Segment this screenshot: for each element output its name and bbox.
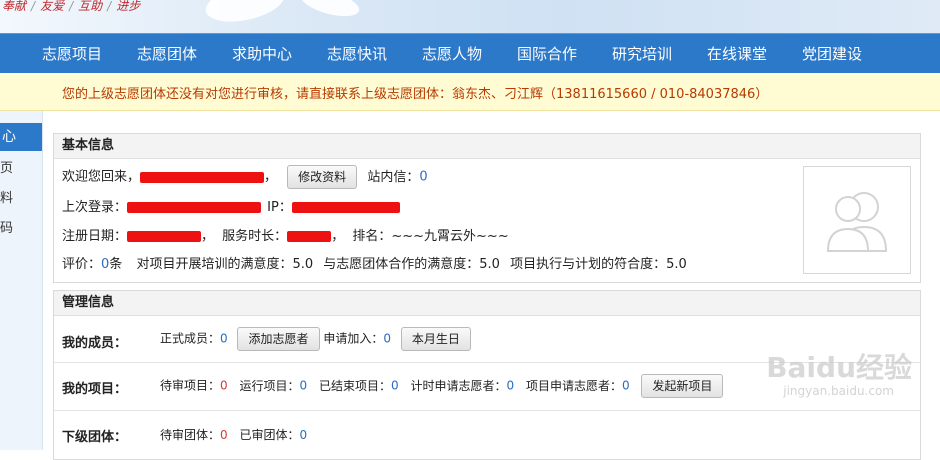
- notice-text: 您的上级志愿团体还没有对您进行审核，请直接联系上级志愿团体：翁东杰、刁江辉（13…: [62, 87, 769, 102]
- nav-item-research[interactable]: 研究培训: [612, 43, 672, 64]
- welcome-label: 欢迎您回来，: [62, 169, 141, 185]
- running-label: 运行项目：: [239, 378, 300, 393]
- notice-bar: 您的上级志愿团体还没有对您进行审核，请直接联系上级志愿团体：翁东杰、刁江辉（13…: [0, 73, 940, 111]
- sub-groups-row: 下级团体： 待审团体：0 已审团体：0: [54, 410, 920, 450]
- evaluation-label: 评价：: [62, 257, 102, 272]
- redacted-username: [140, 171, 265, 183]
- main-nav: 志愿项目 志愿团体 求助中心 志愿快讯 志愿人物 国际合作 研究培训 在线课堂 …: [0, 33, 940, 73]
- nav-item-international[interactable]: 国际合作: [517, 43, 577, 64]
- rank-label: 排名：: [352, 229, 392, 244]
- hourly-count[interactable]: 0: [506, 379, 514, 393]
- projects-content: 待审项目：0 运行项目：0 已结束项目：0 计时申请志愿者：0 项目申请志愿者：…: [160, 374, 724, 398]
- sidebar-item[interactable]: 料: [0, 187, 13, 206]
- rank-value: ~~~九霄云外~~~: [391, 229, 509, 244]
- sidebar: 心 页 料 码: [0, 111, 43, 450]
- dove-decoration: [298, 0, 362, 22]
- nav-item-news[interactable]: 志愿快讯: [327, 43, 387, 64]
- basic-info-panel: 基本信息 欢迎您回来，， 修改资料 站内信：0 上次登录： IP： 注册日期：，…: [53, 133, 921, 283]
- baidu-watermark: Baidu经验: [766, 351, 912, 384]
- slogan-item: 进步: [116, 0, 141, 13]
- ip-label: IP：: [267, 200, 292, 215]
- sub-groups-label: 下级团体：: [62, 430, 128, 445]
- evaluation-row: 评价：0条 对项目开展培训的满意度：5.0 与志愿团体合作的满意度：5.0 项目…: [62, 253, 687, 272]
- formal-count[interactable]: 0: [220, 332, 228, 346]
- service-label: 服务时长：: [222, 229, 288, 244]
- slogan-item: 互助: [78, 0, 103, 13]
- pending-count[interactable]: 0: [220, 379, 228, 393]
- avatar: [803, 166, 911, 274]
- slogan-item: 友爱: [40, 0, 65, 13]
- panel-title: 基本信息: [54, 134, 920, 159]
- nav-item-help[interactable]: 求助中心: [232, 43, 292, 64]
- user-placeholder-icon: [826, 192, 888, 252]
- last-login-label: 上次登录：: [62, 200, 128, 215]
- projects-label: 我的项目：: [62, 382, 128, 397]
- edit-profile-button[interactable]: 修改资料: [287, 165, 358, 189]
- redacted-service-time: [287, 231, 332, 242]
- nav-item-online-class[interactable]: 在线课堂: [707, 43, 767, 64]
- dove-decoration: [202, 0, 288, 28]
- evaluation-unit: 条: [109, 257, 123, 272]
- slogan: 奉献 / 友爱 / 互助 / 进步: [2, 0, 141, 13]
- sub-pending-label: 待审团体：: [160, 428, 221, 442]
- nav-item-groups[interactable]: 志愿团体: [137, 43, 197, 64]
- nav-item-people[interactable]: 志愿人物: [422, 43, 482, 64]
- panel-title: 管理信息: [54, 291, 920, 316]
- nav-item-party[interactable]: 党团建设: [802, 43, 862, 64]
- sidebar-item[interactable]: 页: [0, 157, 13, 176]
- welcome-row: 欢迎您回来，， 修改资料 站内信：0: [62, 165, 428, 189]
- sidebar-item[interactable]: 码: [0, 217, 13, 236]
- baidu-watermark-url: jingyan.baidu.com: [783, 384, 894, 398]
- sub-groups-content: 待审团体：0 已审团体：0: [160, 426, 307, 443]
- message-label: 站内信：: [367, 169, 420, 185]
- satisfaction-cooperation: 与志愿团体合作的满意度：5.0: [323, 257, 500, 272]
- register-label: 注册日期：: [62, 229, 128, 244]
- top-banner: 奉献 / 友爱 / 互助 / 进步: [0, 0, 940, 33]
- add-volunteer-button[interactable]: 添加志愿者: [237, 327, 320, 351]
- members-label: 我的成员：: [62, 336, 128, 351]
- satisfaction-training: 对项目开展培训的满意度：5.0: [136, 257, 314, 272]
- pending-label: 待审项目：: [160, 378, 221, 393]
- formal-label: 正式成员：: [160, 331, 221, 346]
- plan-conformity: 项目执行与计划的符合度：5.0: [510, 257, 687, 272]
- new-project-button[interactable]: 发起新项目: [641, 374, 724, 398]
- sub-approved-count[interactable]: 0: [300, 428, 308, 442]
- running-count[interactable]: 0: [300, 379, 308, 393]
- apply-label: 申请加入：: [323, 331, 384, 346]
- sub-approved-label: 已审团体：: [239, 428, 300, 442]
- apply-count[interactable]: 0: [383, 332, 391, 346]
- sidebar-item-active[interactable]: 心: [0, 123, 42, 151]
- slogan-item: 奉献: [2, 0, 27, 13]
- nav-item-projects[interactable]: 志愿项目: [42, 43, 102, 64]
- ended-label: 已结束项目：: [318, 378, 391, 393]
- redacted-ip: [291, 202, 400, 213]
- ended-count[interactable]: 0: [391, 379, 399, 393]
- birthday-button[interactable]: 本月生日: [400, 327, 471, 351]
- project-apply-label: 项目申请志愿者：: [525, 378, 622, 393]
- redacted-register-date: [127, 231, 202, 242]
- register-row: 注册日期：， 服务时长：， 排名：~~~九霄云外~~~: [62, 229, 509, 244]
- last-login-row: 上次登录： IP：: [62, 196, 400, 215]
- message-count[interactable]: 0: [419, 170, 427, 185]
- project-apply-count[interactable]: 0: [622, 379, 630, 393]
- sub-pending-count[interactable]: 0: [220, 428, 228, 442]
- hourly-label: 计时申请志愿者：: [410, 378, 507, 393]
- redacted-login-time: [127, 202, 262, 213]
- members-content: 正式成员：0 添加志愿者 申请加入：0 本月生日: [160, 327, 471, 351]
